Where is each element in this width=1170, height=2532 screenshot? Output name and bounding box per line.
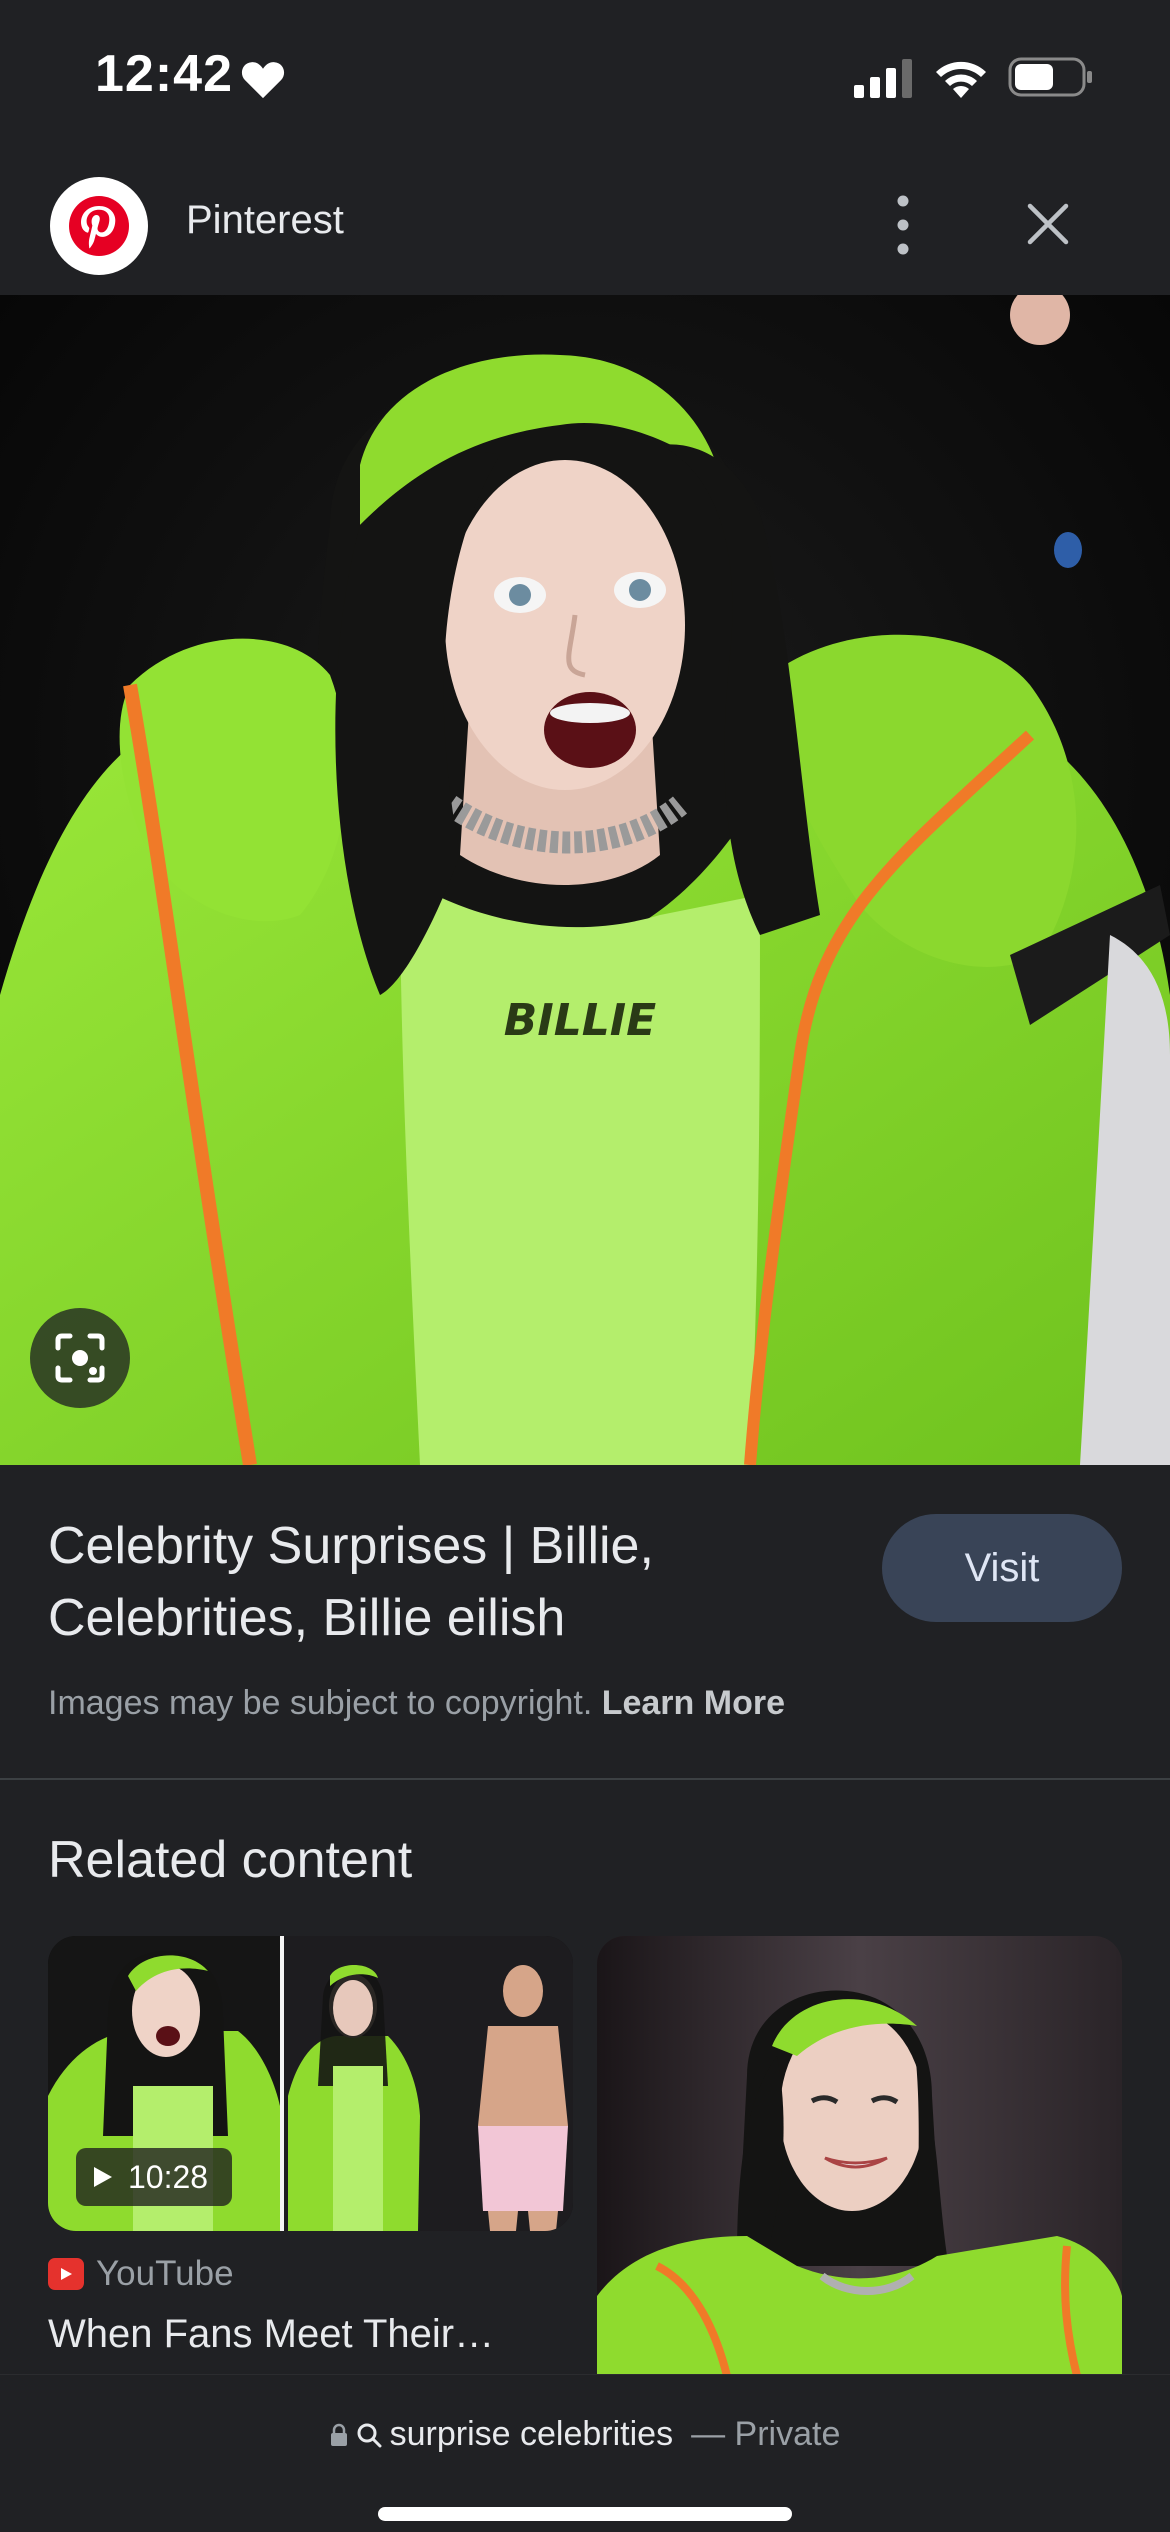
close-icon[interactable] <box>1020 196 1076 252</box>
related-source-name: YouTube <box>96 2254 234 2293</box>
learn-more-link[interactable]: Learn More <box>602 1684 785 1722</box>
related-card-video[interactable]: 10:28 <box>48 1936 573 2231</box>
related-source: YouTube <box>48 2254 234 2294</box>
wifi-icon <box>936 61 986 98</box>
search-icon <box>357 2423 382 2447</box>
address-bar[interactable]: surprise celebrities — Private <box>0 2374 1170 2532</box>
search-query: surprise celebrities <box>389 2415 674 2453</box>
status-bar: 12:42 <box>0 0 1170 150</box>
home-indicator[interactable] <box>378 2507 792 2521</box>
private-mode-label: — Private <box>691 2415 841 2453</box>
lock-icon <box>330 2423 347 2446</box>
copyright-notice: Images may be subject to copyright. Lear… <box>48 1684 785 1723</box>
more-vert-icon[interactable] <box>880 192 926 258</box>
signal-icon <box>854 59 912 98</box>
youtube-logo-icon <box>48 2258 84 2290</box>
source-name[interactable]: Pinterest <box>186 198 344 243</box>
heart-icon <box>241 62 285 99</box>
video-duration: 10:28 <box>128 2158 209 2195</box>
video-duration-badge: 10:28 <box>76 2148 233 2206</box>
lens-icon <box>55 1333 105 1383</box>
copyright-text: Images may be subject to copyright. <box>48 1684 593 1722</box>
status-time: 12:42 <box>95 45 233 103</box>
related-card-title[interactable]: When Fans Meet Their… <box>48 2312 568 2357</box>
play-icon <box>94 2167 112 2187</box>
pinterest-logo-icon[interactable] <box>50 177 148 275</box>
divider <box>0 1778 1170 1780</box>
lens-button[interactable] <box>30 1308 130 1408</box>
shirt-text: BILLIE <box>504 995 656 1046</box>
visit-button[interactable]: Visit <box>882 1514 1122 1622</box>
related-card-image[interactable] <box>597 1936 1122 2376</box>
result-image[interactable]: BILLIE <box>0 295 1170 1465</box>
source-header: Pinterest <box>0 150 1170 295</box>
result-title[interactable]: Celebrity Surprises | Billie, Celebritie… <box>48 1510 848 1654</box>
related-content-heading: Related content <box>48 1831 413 1889</box>
address-bar-content[interactable]: surprise celebrities — Private <box>0 2415 1170 2454</box>
battery-icon <box>1008 57 1092 97</box>
